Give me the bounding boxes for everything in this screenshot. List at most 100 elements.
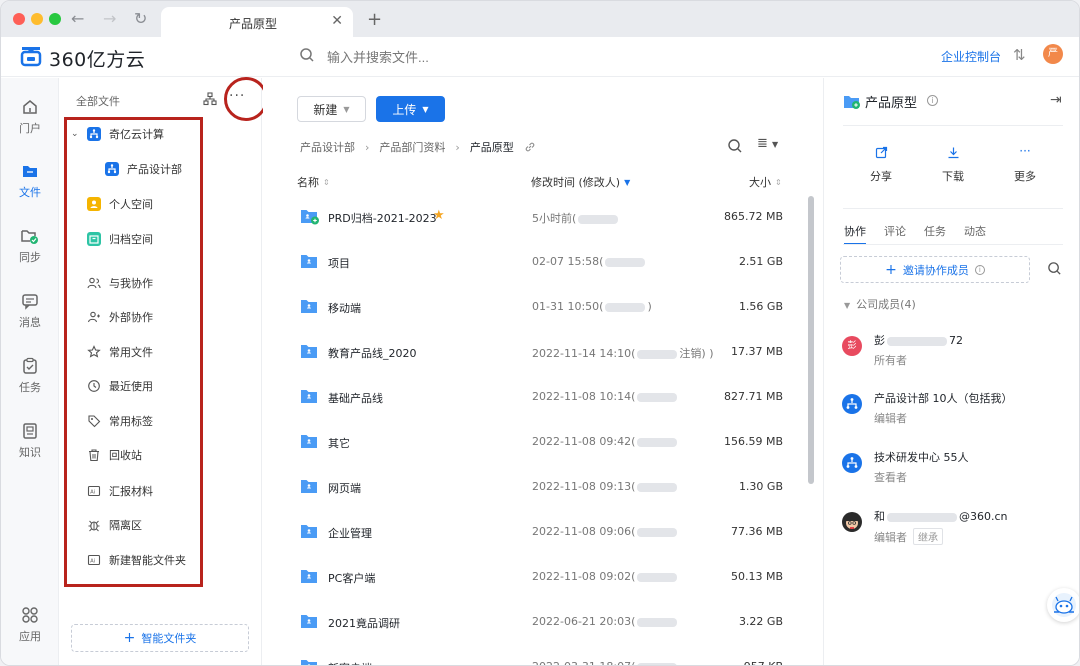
invite-label: 邀请协作成员 xyxy=(902,263,969,277)
table-row[interactable]: 网页端 2022-11-08 09:13(1.30 GB xyxy=(297,466,787,511)
rail-item-portal[interactable]: 门户 xyxy=(1,98,59,136)
assistant-bot-icon[interactable] xyxy=(1047,588,1079,622)
file-modified: 2022-11-08 10:14( xyxy=(532,390,679,403)
file-size: 156.59 MB xyxy=(723,435,783,448)
rail-item-knowledge[interactable]: 知识 xyxy=(1,422,59,460)
breadcrumb-item[interactable]: 产品设计部 xyxy=(300,139,355,155)
tab-comments[interactable]: 评论 xyxy=(884,223,906,239)
table-row[interactable]: 项目 02-07 15:58(2.51 GB xyxy=(297,241,787,286)
info-icon: i xyxy=(974,264,985,275)
share-button[interactable]: 分享 xyxy=(861,146,901,184)
tab-close-icon[interactable]: ✕ xyxy=(331,13,343,29)
portal-icon xyxy=(23,100,37,114)
org-chart-icon[interactable] xyxy=(203,92,217,106)
transfer-icon[interactable]: ⇅ xyxy=(1013,46,1026,64)
file-name[interactable]: PC客户端 xyxy=(328,570,375,586)
share-icon xyxy=(861,146,901,162)
file-name[interactable]: 移动端 xyxy=(328,300,361,316)
file-modified: 5小时前( xyxy=(532,210,620,226)
browser-tab[interactable]: 产品原型 ✕ xyxy=(161,7,353,37)
user-avatar[interactable]: 严 xyxy=(1043,44,1063,64)
link-icon[interactable] xyxy=(524,141,536,153)
chevron-right-icon: › xyxy=(455,140,460,154)
avatar xyxy=(842,512,862,532)
column-header-modified[interactable]: 修改时间 (修改人) ▼ xyxy=(531,174,630,190)
column-header-size[interactable]: 大小 ⇕ xyxy=(749,174,782,190)
smart-folder-button[interactable]: + 智能文件夹 xyxy=(71,624,249,652)
table-row[interactable]: 教育产品线_2020 2022-11-14 14:10(注销) ) 17.37 MB xyxy=(297,331,787,376)
member-item[interactable]: 彭 彭 72 所有者 xyxy=(842,332,1062,372)
rail-item-files[interactable]: 文件 xyxy=(1,162,59,200)
close-window-button[interactable] xyxy=(13,13,25,25)
member-item[interactable]: 和 @360.cn 编辑者 继承 xyxy=(842,508,1062,548)
tab-collaboration[interactable]: 协作 xyxy=(844,223,866,245)
list-view-icon[interactable]: ≣ ▼ xyxy=(757,136,778,151)
caret-down-icon: ▼ xyxy=(343,104,350,114)
member-role: 查看者 xyxy=(874,471,907,484)
plus-icon: + xyxy=(885,261,897,278)
file-name[interactable]: 网页端 xyxy=(328,480,361,496)
column-header-label: 修改时间 (修改人) xyxy=(531,176,621,189)
collapse-panel-icon[interactable]: ⇥ xyxy=(1050,92,1062,108)
folder-icon xyxy=(300,389,318,407)
scrollbar[interactable] xyxy=(808,196,814,484)
rail-label: 应用 xyxy=(19,630,41,643)
file-name[interactable]: PRD归档-2021-2023 xyxy=(328,210,437,226)
file-modified: 02-07 15:58( xyxy=(532,255,647,268)
rail-item-sync[interactable]: 同步 xyxy=(1,227,59,265)
file-modified: 2022-03-31 18:07( xyxy=(532,660,679,665)
table-row[interactable]: 企业管理 2022-11-08 09:06(77.36 MB xyxy=(297,511,787,556)
new-button[interactable]: 新建 ▼ xyxy=(297,96,366,122)
member-item[interactable]: 产品设计部 10人（包括我） 编辑者 xyxy=(842,390,1062,430)
file-name[interactable]: 项目 xyxy=(328,255,350,271)
back-arrow-icon[interactable]: ← xyxy=(71,9,84,28)
minimize-window-button[interactable] xyxy=(31,13,43,25)
more-button[interactable]: ··· 更多 xyxy=(1005,145,1045,184)
rail-item-messages[interactable]: 消息 xyxy=(1,292,59,330)
table-row[interactable]: PC客户端 2022-11-08 09:02(50.13 MB xyxy=(297,556,787,601)
rail-item-apps[interactable]: 应用 xyxy=(1,606,59,644)
logo-icon xyxy=(20,47,42,67)
folder-icon xyxy=(300,524,318,542)
reload-icon[interactable]: ↻ xyxy=(134,9,147,28)
column-header-name[interactable]: 名称 ⇕ xyxy=(297,174,330,190)
table-row[interactable]: 移动端 01-31 10:50() 1.56 GB xyxy=(297,286,787,331)
invite-members-button[interactable]: + 邀请协作成员 i xyxy=(840,256,1030,283)
table-row[interactable]: PRD归档-2021-2023 ★ 5小时前( 865.72 MB xyxy=(297,196,787,241)
forward-arrow-icon[interactable]: → xyxy=(103,9,116,28)
file-size: 865.72 MB xyxy=(723,210,783,223)
table-row[interactable]: 新客户端 2022-03-31 18:07(957 KB xyxy=(297,646,787,665)
rail-item-tasks[interactable]: 任务 xyxy=(1,357,59,395)
tab-tasks[interactable]: 任务 xyxy=(924,223,946,239)
star-icon[interactable]: ★ xyxy=(433,208,445,223)
tab-activity[interactable]: 动态 xyxy=(964,223,986,239)
table-row[interactable]: 其它 2022-11-08 09:42(156.59 MB xyxy=(297,421,787,466)
members-group-header[interactable]: ▼ 公司成员(4) xyxy=(844,296,916,312)
file-name[interactable]: 2021竟品调研 xyxy=(328,615,400,631)
sort-desc-icon: ▼ xyxy=(624,177,631,187)
file-name[interactable]: 新客户端 xyxy=(328,660,372,665)
file-modified: 2022-11-08 09:06( xyxy=(532,525,679,538)
admin-console-link[interactable]: 企业控制台 xyxy=(941,48,1001,65)
member-search-icon[interactable] xyxy=(1047,261,1062,276)
avatar: 彭 xyxy=(842,336,862,356)
file-modified: 2022-11-08 09:02( xyxy=(532,570,679,583)
info-icon[interactable]: i xyxy=(927,95,938,106)
search-icon[interactable] xyxy=(727,138,743,154)
file-modified: 2022-06-21 20:03( xyxy=(532,615,679,628)
breadcrumb-item[interactable]: 产品部门资料 xyxy=(379,139,445,155)
browser-chrome: ← → ↻ 产品原型 ✕ + xyxy=(1,1,1079,37)
file-name[interactable]: 基础产品线 xyxy=(328,390,383,406)
table-row[interactable]: 2021竟品调研 2022-06-21 20:03(3.22 GB xyxy=(297,601,787,646)
rail-label: 同步 xyxy=(19,251,41,264)
new-tab-icon[interactable]: + xyxy=(367,9,382,30)
maximize-window-button[interactable] xyxy=(49,13,61,25)
member-item[interactable]: 技术研发中心 55人 查看者 xyxy=(842,449,1062,489)
upload-button[interactable]: 上传 ▼ xyxy=(376,96,445,122)
file-name[interactable]: 其它 xyxy=(328,435,350,451)
file-name[interactable]: 教育产品线_2020 xyxy=(328,345,417,361)
search-input[interactable] xyxy=(327,46,627,68)
download-button[interactable]: 下载 xyxy=(933,146,973,184)
file-name[interactable]: 企业管理 xyxy=(328,525,372,541)
table-row[interactable]: 基础产品线 2022-11-08 10:14(827.71 MB xyxy=(297,376,787,421)
